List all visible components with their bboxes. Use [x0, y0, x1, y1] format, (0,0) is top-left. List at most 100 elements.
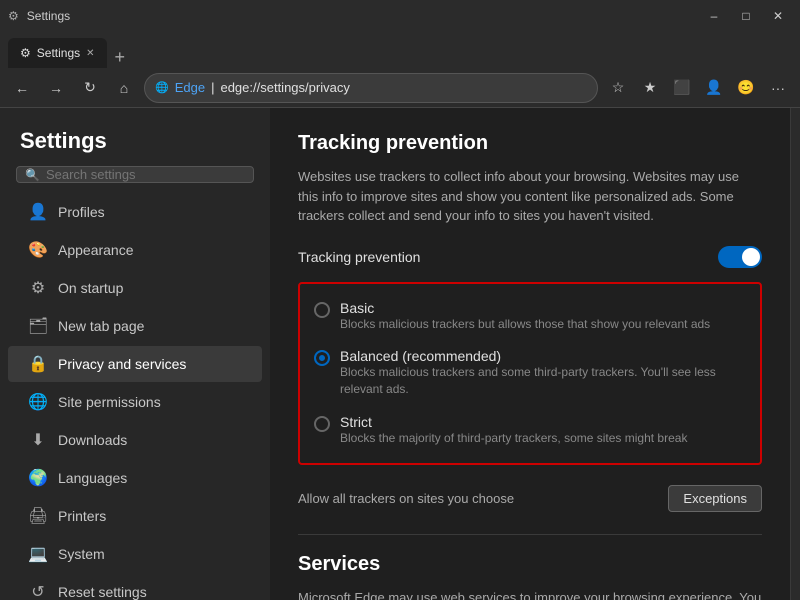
radio-balanced[interactable] [314, 350, 330, 366]
exceptions-row: Allow all trackers on sites you choose E… [298, 479, 762, 526]
option-basic-desc: Blocks malicious trackers but allows tho… [340, 316, 710, 333]
sidebar-item-on-startup[interactable]: ⚙ On startup [8, 270, 262, 306]
sidebar-item-label: On startup [58, 280, 123, 296]
sidebar-item-profiles[interactable]: 👤 Profiles [8, 194, 262, 230]
reset-icon: ↺ [28, 582, 48, 600]
services-title: Services [298, 553, 762, 576]
tracking-description: Websites use trackers to collect info ab… [298, 167, 762, 226]
favorites-button[interactable]: ☆ [604, 74, 632, 102]
search-icon: 🔍 [25, 168, 40, 182]
services-description: Microsoft Edge may use web services to i… [298, 588, 762, 600]
settings-tab[interactable]: ⚙ Settings ✕ [8, 38, 107, 68]
address-separator: | [211, 80, 214, 95]
option-strict-label: Strict [340, 414, 687, 430]
option-strict-text: Strict Blocks the majority of third-part… [340, 414, 687, 447]
exceptions-link: Allow all trackers on sites you choose [298, 491, 514, 506]
sidebar-item-site-permissions[interactable]: 🌐 Site permissions [8, 384, 262, 420]
profile-button[interactable]: 👤 [700, 74, 728, 102]
address-url: edge://settings/privacy [220, 80, 349, 95]
sidebar-item-label: Appearance [58, 242, 134, 258]
sidebar-item-downloads[interactable]: ⬇ Downloads [8, 422, 262, 458]
option-strict-desc: Blocks the majority of third-party track… [340, 430, 687, 447]
option-basic[interactable]: Basic Blocks malicious trackers but allo… [308, 292, 752, 341]
window-controls: – □ ✕ [700, 5, 792, 27]
lock-icon: 🌐 [155, 81, 169, 94]
site-permissions-icon: 🌐 [28, 392, 48, 412]
close-button[interactable]: ✕ [764, 5, 792, 27]
search-input[interactable] [46, 167, 245, 182]
option-basic-label: Basic [340, 300, 710, 316]
radio-strict[interactable] [314, 416, 330, 432]
window-icon: ⚙ [8, 9, 19, 23]
sidebar-item-system[interactable]: 💻 System [8, 536, 262, 572]
sidebar-item-label: Reset settings [58, 584, 147, 600]
option-balanced[interactable]: Balanced (recommended) Blocks malicious … [308, 340, 752, 406]
tab-label: Settings [37, 46, 80, 60]
sidebar-item-label: Downloads [58, 432, 127, 448]
tab-bar: ⚙ Settings ✕ + [0, 32, 800, 68]
toggle-slider [718, 246, 762, 268]
new-tab-button[interactable]: + [107, 47, 134, 68]
minimize-button[interactable]: – [700, 5, 728, 27]
maximize-button[interactable]: □ [732, 5, 760, 27]
languages-icon: 🌍 [28, 468, 48, 488]
printers-icon: 🖨 [28, 506, 48, 526]
sidebar-item-printers[interactable]: 🖨 Printers [8, 498, 262, 534]
sidebar-item-label: Printers [58, 508, 106, 524]
search-box[interactable]: 🔍 [16, 166, 254, 183]
sidebar-item-privacy[interactable]: 🔒 Privacy and services [8, 346, 262, 382]
tracking-header: Tracking prevention [298, 246, 762, 268]
address-bar: ← → ↻ ⌂ 🌐 Edge | edge://settings/privacy… [0, 68, 800, 108]
home-button[interactable]: ⌂ [110, 74, 138, 102]
new-tab-icon: 🗂 [28, 316, 48, 336]
extensions-button[interactable]: ⬛ [668, 74, 696, 102]
address-box[interactable]: 🌐 Edge | edge://settings/privacy [144, 73, 598, 103]
system-icon: 💻 [28, 544, 48, 564]
right-scrollbar[interactable] [790, 108, 800, 600]
option-strict[interactable]: Strict Blocks the majority of third-part… [308, 406, 752, 455]
services-section: Services Microsoft Edge may use web serv… [298, 553, 762, 600]
downloads-icon: ⬇ [28, 430, 48, 450]
back-button[interactable]: ← [8, 74, 36, 102]
sidebar-title: Settings [0, 108, 270, 166]
sidebar-item-label: Profiles [58, 204, 105, 220]
sidebar-item-label: Languages [58, 470, 127, 486]
sidebar-item-reset[interactable]: ↺ Reset settings [8, 574, 262, 600]
privacy-icon: 🔒 [28, 354, 48, 374]
content-area: Tracking prevention Websites use tracker… [270, 108, 790, 600]
tracking-title: Tracking prevention [298, 132, 762, 155]
sidebar-item-new-tab[interactable]: 🗂 New tab page [8, 308, 262, 344]
sidebar-item-label: Site permissions [58, 394, 161, 410]
emoji-button[interactable]: 😊 [732, 74, 760, 102]
sidebar-item-label: System [58, 546, 105, 562]
radio-basic[interactable] [314, 302, 330, 318]
exceptions-button[interactable]: Exceptions [668, 485, 762, 512]
sidebar: Settings 🔍 👤 Profiles 🎨 Appearance ⚙ On … [0, 108, 270, 600]
main-layout: Settings 🔍 👤 Profiles 🎨 Appearance ⚙ On … [0, 108, 800, 600]
profiles-icon: 👤 [28, 202, 48, 222]
forward-button[interactable]: → [42, 74, 70, 102]
sidebar-item-languages[interactable]: 🌍 Languages [8, 460, 262, 496]
tab-close-button[interactable]: ✕ [86, 48, 94, 59]
sidebar-item-label: Privacy and services [58, 356, 186, 372]
window-title: Settings [27, 9, 692, 23]
toolbar-icons: ☆ ★ ⬛ 👤 😊 ··· [604, 74, 792, 102]
option-balanced-desc: Blocks malicious trackers and some third… [340, 364, 746, 398]
tracking-label: Tracking prevention [298, 249, 420, 265]
titlebar: ⚙ Settings – □ ✕ [0, 0, 800, 32]
appearance-icon: 🎨 [28, 240, 48, 260]
refresh-button[interactable]: ↻ [76, 74, 104, 102]
section-divider [298, 534, 762, 535]
sidebar-item-label: New tab page [58, 318, 144, 334]
more-button[interactable]: ··· [764, 74, 792, 102]
tab-favicon: ⚙ [20, 46, 31, 60]
option-balanced-label: Balanced (recommended) [340, 348, 746, 364]
sidebar-item-appearance[interactable]: 🎨 Appearance [8, 232, 262, 268]
collections-button[interactable]: ★ [636, 74, 664, 102]
option-basic-text: Basic Blocks malicious trackers but allo… [340, 300, 710, 333]
tracking-options-box: Basic Blocks malicious trackers but allo… [298, 282, 762, 465]
tracking-prevention-section: Tracking prevention Websites use tracker… [298, 132, 762, 526]
address-domain: Edge [175, 80, 205, 95]
option-balanced-text: Balanced (recommended) Blocks malicious … [340, 348, 746, 398]
tracking-toggle[interactable] [718, 246, 762, 268]
